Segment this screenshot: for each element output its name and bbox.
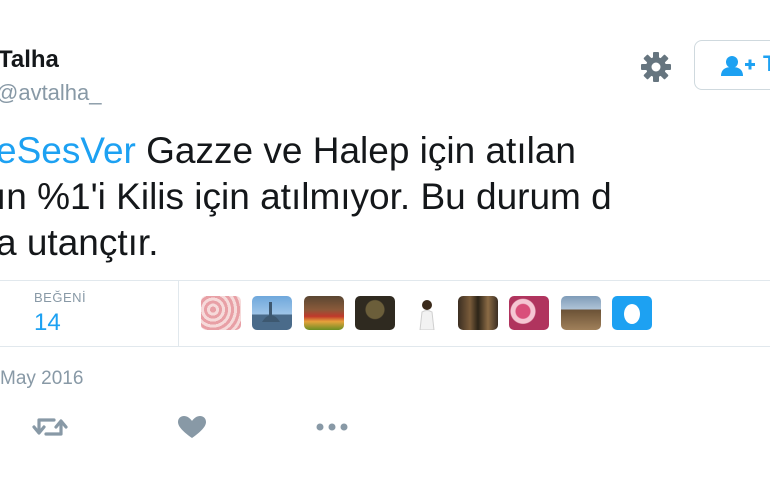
retweet-icon[interactable] (30, 412, 70, 442)
avatar[interactable] (201, 296, 241, 330)
divider (0, 346, 770, 347)
divider (0, 280, 770, 281)
avatar[interactable] (252, 296, 292, 330)
follow-user-icon (721, 55, 755, 82)
display-name[interactable]: Talha (0, 46, 59, 74)
likes-label[interactable]: BEĞENİ (34, 290, 86, 305)
tweet-line-3: a utançtır. (0, 222, 159, 263)
gear-icon[interactable] (638, 50, 674, 84)
follow-button-label: T (763, 51, 770, 76)
avatar[interactable] (407, 296, 447, 330)
like-icon[interactable] (172, 412, 212, 442)
more-icon[interactable] (312, 412, 352, 442)
stats-divider (178, 280, 179, 346)
avatar[interactable] (355, 296, 395, 330)
likes-count[interactable]: 14 (34, 309, 61, 337)
avatar[interactable] (509, 296, 549, 330)
tweet-line-1-text: Gazze ve Halep için atılan (135, 130, 576, 171)
tweet-timestamp[interactable]: May 2016 (0, 368, 83, 390)
user-handle[interactable]: @avtalha_ (0, 80, 102, 106)
tweet-text: eSesVer Gazze ve Halep için atılan ın %1… (0, 128, 770, 266)
hashtag-link[interactable]: eSesVer (0, 130, 136, 171)
avatar[interactable] (561, 296, 601, 330)
tweet-line-2: ın %1'i Kilis için atılmıyor. Bu durum d (0, 176, 612, 217)
avatar[interactable] (458, 296, 498, 330)
default-egg-avatar[interactable] (612, 296, 652, 330)
avatar[interactable] (304, 296, 344, 330)
follow-button[interactable]: T (694, 40, 770, 90)
tweet-line-1: eSesVer Gazze ve Halep için atılan (0, 128, 770, 174)
